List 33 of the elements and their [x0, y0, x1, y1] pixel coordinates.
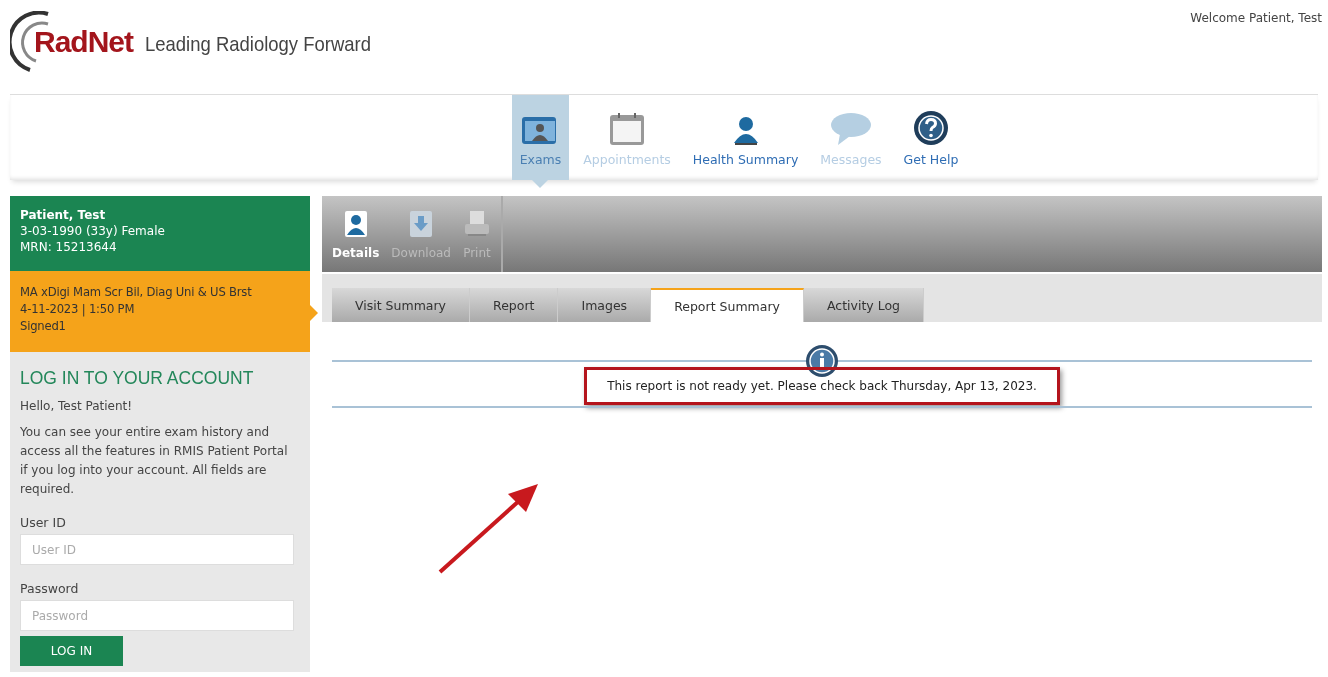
logo-tagline: Leading Radiology Forward: [145, 32, 371, 56]
exam-name: MA xDigi Mam Scr Bil, Diag Uni & US Brst: [20, 285, 253, 299]
printer-icon: [462, 210, 491, 238]
toolbar-button[interactable]: Details: [326, 196, 386, 272]
logo-brand: RadNet: [34, 25, 133, 59]
patient-dob: 3-03-1990 (33y) Female: [20, 224, 166, 238]
tab[interactable]: Report: [470, 288, 559, 322]
patient-name: Patient, Test: [20, 208, 107, 222]
tab[interactable]: Report Summary: [651, 288, 804, 322]
input-field[interactable]: User ID: [20, 534, 294, 565]
login-button[interactable]: LOG IN: [20, 636, 123, 666]
exam-datetime: 4-11-2023 | 1:50 PM: [20, 302, 136, 316]
speech-bubble-icon: [829, 112, 872, 146]
tab[interactable]: Activity Log: [803, 288, 924, 322]
nav-item[interactable]: Get Help: [895, 95, 967, 180]
help-icon: [913, 110, 949, 146]
exam-status: Signed1: [20, 319, 67, 333]
login-description: You can see your entire exam history and access all the features in RMIS Patient Portal if you log into your account. All fields are required.: [20, 424, 289, 498]
tab[interactable]: Visit Summary: [332, 288, 470, 322]
input-field[interactable]: Password: [20, 600, 294, 631]
login-title: LOG IN TO YOUR ACCOUNT: [20, 368, 255, 389]
nav-item[interactable]: Health Summary: [684, 95, 807, 180]
field-label: User ID: [20, 515, 67, 530]
info-icon: [805, 344, 839, 378]
calendar-icon: [609, 112, 646, 146]
field-label: Password: [20, 581, 80, 596]
patient-mrn: MRN: 15213644: [20, 240, 118, 254]
download-icon: [409, 210, 434, 238]
report-status-message: This report is not ready yet. Please check back Thursday, Apr 13, 2023.: [584, 367, 1060, 405]
greeting-text: Hello, Test Patient!: [20, 399, 134, 413]
welcome-text: Welcome Patient, Test: [1190, 11, 1322, 27]
tab[interactable]: Images: [558, 288, 652, 322]
person-icon: [343, 210, 368, 238]
